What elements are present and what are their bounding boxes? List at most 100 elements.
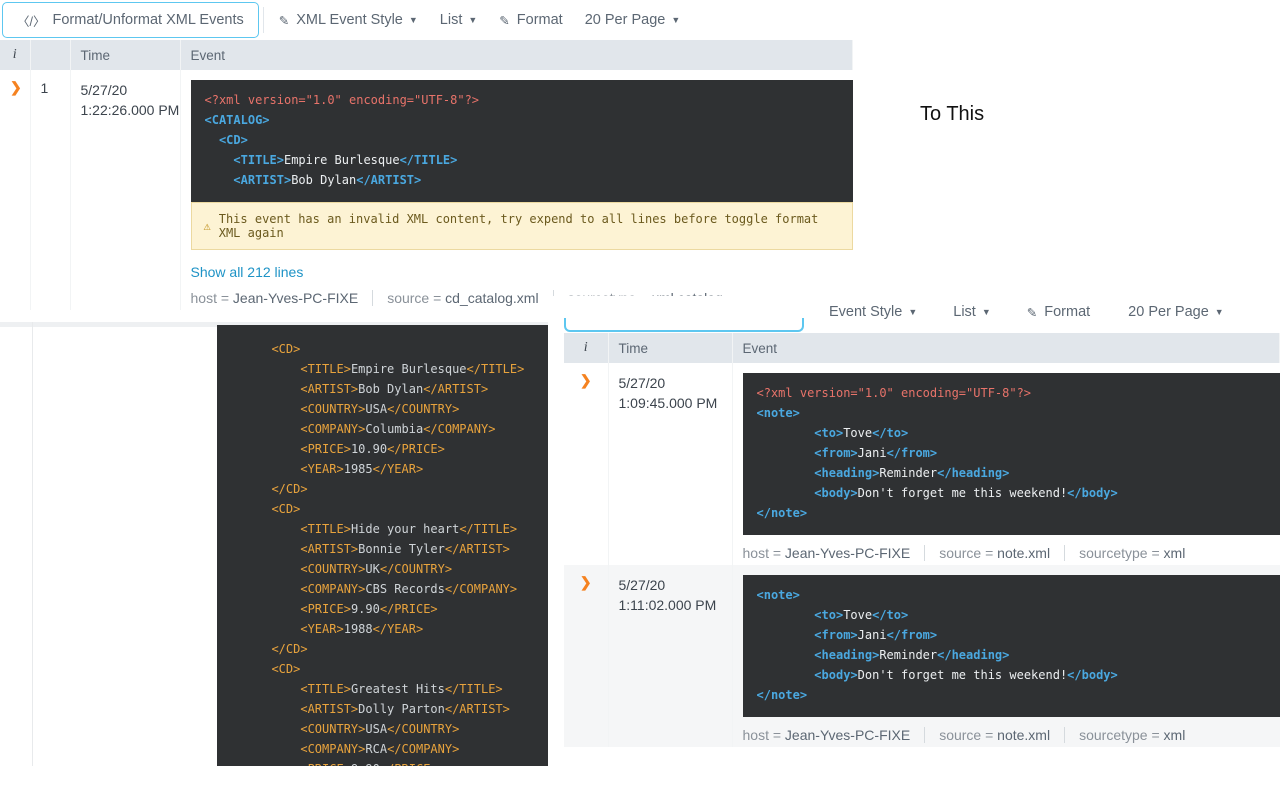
event-style-dropdown[interactable]: Event Style ▼ bbox=[818, 295, 928, 329]
row-expand-cell[interactable]: ❯ bbox=[564, 363, 609, 565]
row-time-cell: 5/27/20 1:09:45.000 PM bbox=[608, 363, 733, 565]
metadata-item[interactable]: host = Jean-Yves-PC-FIXE bbox=[743, 727, 911, 743]
metadata-item[interactable]: source = cd_catalog.xml bbox=[387, 290, 538, 306]
metadata-divider bbox=[924, 727, 926, 743]
metadata-key: source = bbox=[939, 545, 998, 561]
metadata-value[interactable]: Jean-Yves-PC-FIXE bbox=[785, 727, 910, 743]
metadata-key: host = bbox=[190, 290, 233, 306]
events-table-body: ❯ 5/27/20 1:09:45.000 PM <?xml version="1.0… bbox=[564, 363, 1280, 747]
events-table-body: ❯ 1 5/27/20 1:22:26.000 PM <?xml version… bbox=[0, 70, 853, 310]
row-expand-cell[interactable]: ❯ bbox=[0, 70, 31, 310]
metadata-divider bbox=[924, 545, 926, 561]
table-row: ❯ 1 5/27/20 1:22:26.000 PM <?xml version… bbox=[0, 70, 853, 310]
metadata-key: sourcetype = bbox=[1079, 545, 1164, 561]
list-label: List bbox=[953, 304, 976, 320]
header-row: i Time Event bbox=[564, 333, 1280, 363]
column-header-event: Event bbox=[180, 40, 853, 70]
format-dropdown[interactable]: ✎ Format bbox=[1016, 295, 1101, 329]
list-dropdown[interactable]: List ▼ bbox=[942, 295, 1002, 329]
pencil-icon: ✎ bbox=[499, 13, 510, 28]
column-header-time: Time bbox=[608, 333, 733, 363]
column-header-time: Time bbox=[70, 40, 181, 70]
xml-events-panel-note: Event Style ▼ List ▼ ✎ Format 20 Per Pag… bbox=[548, 296, 1280, 766]
app-screenshot: 〈/〉 Format/Unformat XML Events ✎ XML Eve… bbox=[0, 0, 1280, 800]
events-table-header: i Time Event bbox=[564, 333, 1280, 363]
metadata-value[interactable]: xml bbox=[1164, 727, 1186, 743]
metadata-item[interactable]: host = Jean-Yves-PC-FIXE bbox=[743, 545, 911, 561]
metadata-item[interactable]: source = note.xml bbox=[939, 727, 1050, 743]
metadata-value[interactable]: note.xml bbox=[997, 727, 1050, 743]
row-number: 1 bbox=[40, 80, 49, 96]
focused-button-outline bbox=[564, 318, 804, 332]
xml-code-block: <?xml version="1.0" encoding="UTF-8"?> <… bbox=[742, 373, 1280, 535]
row-time: 1:11:02.000 PM bbox=[618, 597, 717, 613]
metadata-value[interactable]: xml bbox=[1164, 545, 1186, 561]
invalid-xml-warning-text: This event has an invalid XML content, t… bbox=[218, 212, 819, 240]
table-row: ❯ 5/27/20 1:11:02.000 PM <note> <to>Tove</t… bbox=[564, 565, 1280, 747]
format-dropdown[interactable]: ✎ Format bbox=[488, 3, 573, 37]
header-row: i Time Event bbox=[0, 40, 853, 70]
row-date: 5/27/20 bbox=[80, 82, 128, 98]
chevron-right-icon[interactable]: ❯ bbox=[10, 79, 22, 95]
row-event-cell: <?xml version="1.0" encoding="UTF-8"?> <… bbox=[732, 363, 1280, 565]
panel2-column-divider bbox=[32, 322, 33, 766]
xml-code-block: <note> <to>Tove</to> <from>Jani</from> <… bbox=[742, 575, 1280, 717]
chevron-down-icon: ▼ bbox=[1214, 306, 1224, 317]
list-dropdown[interactable]: List ▼ bbox=[429, 3, 489, 37]
format-unformat-xml-events-label: Format/Unformat XML Events bbox=[52, 12, 244, 28]
column-header-info: i bbox=[564, 333, 609, 363]
row-time: 1:22:26.000 PM bbox=[80, 102, 180, 118]
table-row: ❯ 5/27/20 1:09:45.000 PM <?xml version="1.0… bbox=[564, 363, 1280, 565]
xml-events-panel-formatted: 〈/〉 Format/Unformat XML Events ✎ XML Eve… bbox=[0, 0, 853, 330]
xml-event-style-label: XML Event Style bbox=[296, 12, 403, 28]
per-page-label: 20 Per Page bbox=[584, 12, 666, 28]
column-header-number bbox=[30, 40, 71, 70]
format-label: Format bbox=[1044, 304, 1091, 320]
format-label: Format bbox=[516, 12, 563, 28]
chevron-down-icon: ▼ bbox=[468, 14, 478, 25]
metadata-item[interactable]: sourcetype = xml bbox=[1079, 727, 1185, 743]
chevron-down-icon: ▼ bbox=[908, 306, 918, 317]
metadata-key: source = bbox=[939, 727, 998, 743]
row-time-cell: 5/27/20 1:11:02.000 PM bbox=[608, 565, 733, 747]
xml-event-style-dropdown[interactable]: ✎ XML Event Style ▼ bbox=[268, 3, 429, 37]
xml-code-block: <?xml version="1.0" encoding="UTF-8"?> <… bbox=[190, 80, 853, 202]
xml-events-panel-raw: <CD> <TITLE>Empire Burlesque</TITLE> <AR… bbox=[0, 322, 737, 766]
row-event-cell: <note> <to>Tove</to> <from>Jani</from> <… bbox=[732, 565, 1280, 747]
metadata-value[interactable]: note.xml bbox=[997, 545, 1050, 561]
to-this-caption: To This bbox=[920, 103, 985, 125]
metadata-value[interactable]: Jean-Yves-PC-FIXE bbox=[785, 545, 910, 561]
per-page-dropdown[interactable]: 20 Per Page ▼ bbox=[1117, 295, 1235, 329]
list-label: List bbox=[439, 12, 463, 28]
row-time-cell: 5/27/20 1:22:26.000 PM bbox=[70, 70, 181, 310]
column-header-event: Event bbox=[732, 333, 1280, 363]
row-expand-cell[interactable]: ❯ bbox=[564, 565, 609, 747]
metadata-item[interactable]: sourcetype = xml bbox=[1079, 545, 1185, 561]
panel3-toolbar: Event Style ▼ List ▼ ✎ Format 20 Per Pag… bbox=[818, 296, 1235, 328]
metadata-key: host = bbox=[742, 545, 785, 561]
metadata-key: host = bbox=[742, 727, 785, 743]
format-unformat-xml-events-button[interactable]: 〈/〉 Format/Unformat XML Events bbox=[2, 2, 259, 38]
show-all-lines-link[interactable]: Show all 212 lines bbox=[191, 264, 304, 280]
toolbar-divider bbox=[262, 7, 264, 33]
metadata-item[interactable]: host = Jean-Yves-PC-FIXE bbox=[191, 290, 359, 306]
metadata-value[interactable]: cd_catalog.xml bbox=[445, 290, 538, 306]
metadata-divider bbox=[372, 290, 374, 306]
event-style-label: Event Style bbox=[829, 304, 903, 320]
chevron-right-icon[interactable]: ❯ bbox=[580, 372, 592, 388]
invalid-xml-warning: ⚠ This event has an invalid XML content,… bbox=[190, 202, 853, 250]
event-metadata: host = Jean-Yves-PC-FIXE source = note.xm… bbox=[743, 545, 1280, 561]
per-page-dropdown[interactable]: 20 Per Page ▼ bbox=[574, 3, 692, 37]
row-time: 1:09:45.000 PM bbox=[618, 395, 718, 411]
metadata-divider bbox=[1064, 545, 1066, 561]
metadata-item[interactable]: source = note.xml bbox=[939, 545, 1050, 561]
chevron-down-icon: ▼ bbox=[671, 14, 681, 25]
chevron-right-icon[interactable]: ❯ bbox=[580, 574, 592, 590]
metadata-value[interactable]: Jean-Yves-PC-FIXE bbox=[233, 290, 358, 306]
metadata-divider bbox=[1064, 727, 1066, 743]
warning-triangle-icon: ⚠ bbox=[203, 219, 211, 233]
row-number-cell: 1 bbox=[30, 70, 71, 310]
code-icon: 〈/〉 bbox=[17, 14, 46, 29]
chevron-down-icon: ▼ bbox=[408, 14, 418, 25]
events-table-wrapper: i Time Event ❯ 5/27/20 1:09:45.000 PM <?xml… bbox=[564, 333, 1280, 747]
